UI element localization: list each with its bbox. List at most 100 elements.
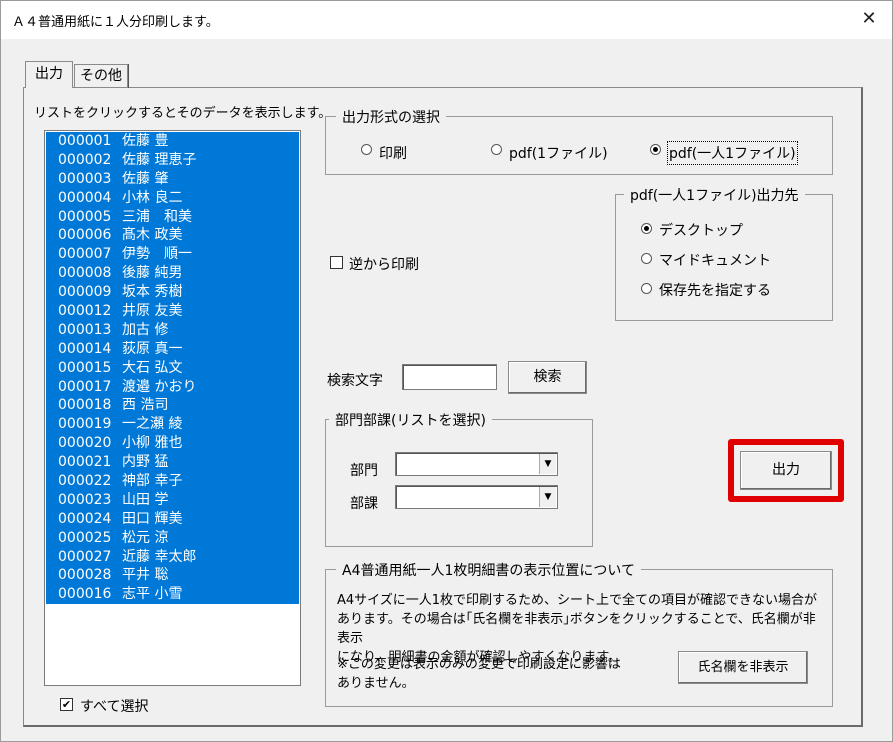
- list-item[interactable]: 000006 髙木 政美: [46, 226, 299, 246]
- employee-name: 坂本 秀樹: [122, 284, 183, 301]
- employee-code: 000004: [58, 189, 112, 206]
- hide-name-column-button[interactable]: 氏名欄を非表示: [678, 651, 808, 684]
- list-item[interactable]: 000017 渡邉 かおり: [46, 377, 299, 397]
- employee-name: 大石 弘文: [122, 359, 183, 376]
- info-legend: A4普通用紙一人1枚明細書の表示位置について: [336, 560, 641, 580]
- employee-listbox[interactable]: 000001 佐藤 豊 000002 佐藤 理恵子 000003 佐藤 肇 000004 小林…: [44, 130, 301, 686]
- employee-code: 000019: [58, 416, 112, 433]
- employee-name: 松元 涼: [122, 529, 169, 546]
- employee-name: 山田 学: [122, 491, 169, 508]
- list-item[interactable]: 000004 小林 良二: [46, 188, 299, 208]
- list-item[interactable]: 000022 神部 幸子: [46, 472, 299, 491]
- employee-name: 一之瀬 綾: [122, 416, 183, 433]
- employee-code: 000027: [58, 548, 112, 565]
- list-item[interactable]: 000021 内野 猛: [46, 453, 299, 473]
- info-line: あります。その場合は｢氏名欄を非表示｣ボタンをクリックすることで、氏名欄が非表示: [337, 612, 816, 646]
- chevron-down-icon[interactable]: ▼: [539, 454, 556, 474]
- list-item[interactable]: 000007 伊勢 順一: [46, 245, 299, 265]
- reverse-print-checkbox[interactable]: [330, 256, 343, 269]
- radio-pdf-per-person-label: pdf(一人1ファイル): [667, 141, 798, 165]
- list-item[interactable]: 000018 西 浩司: [46, 396, 299, 416]
- info-note: ※この変更は表示のみの変更で印刷設定に影響は ありません。: [337, 655, 667, 693]
- employee-code: 000018: [58, 397, 112, 414]
- tab-other[interactable]: その他: [74, 64, 128, 88]
- employee-code: 000007: [58, 246, 112, 263]
- employee-code: 000021: [58, 454, 112, 471]
- list-item[interactable]: 000012 井原 友美: [46, 302, 299, 321]
- section-combobox[interactable]: ▼: [395, 485, 558, 509]
- radio-my-documents-label: マイドキュメント: [659, 253, 771, 269]
- search-input[interactable]: [402, 364, 497, 390]
- list-item[interactable]: 000001 佐藤 豊: [46, 132, 299, 151]
- list-item[interactable]: 000005 三浦 和美: [46, 207, 299, 227]
- employee-name: 近藤 幸太郎: [122, 548, 197, 565]
- list-caption: リストをクリックするとそのデータを表示します。: [34, 106, 332, 121]
- radio-pdf-per-person[interactable]: [650, 144, 661, 155]
- radio-print[interactable]: [361, 144, 372, 155]
- info-note-line: ※この変更は表示のみの変更で印刷設定に影響は: [337, 657, 621, 672]
- select-all-checkbox[interactable]: ✔: [60, 698, 73, 711]
- section-label: 部課: [350, 496, 378, 512]
- title-bar: Ａ４普通用紙に１人分印刷します。 ✕: [1, 1, 892, 39]
- window-title: Ａ４普通用紙に１人分印刷します。: [12, 15, 219, 30]
- employee-code: 000024: [58, 510, 112, 527]
- employee-code: 000015: [58, 359, 112, 376]
- employee-name: 小柳 雅也: [122, 435, 183, 452]
- employee-code: 000003: [58, 170, 112, 187]
- employee-name: 後藤 純男: [122, 265, 183, 282]
- radio-my-documents[interactable]: [641, 253, 652, 264]
- list-item[interactable]: 000015 大石 弘文: [46, 358, 299, 378]
- employee-code: 000025: [58, 529, 112, 546]
- output-button[interactable]: 出力: [740, 451, 832, 490]
- info-line: A4サイズに一人1枚で印刷するため、シート上で全ての項目が確認できない場合が: [337, 593, 818, 608]
- employee-code: 000002: [58, 151, 112, 168]
- employee-name: 三浦 和美: [122, 208, 192, 225]
- list-item[interactable]: 000024 田口 輝美: [46, 509, 299, 529]
- employee-name: 佐藤 肇: [122, 170, 169, 187]
- employee-code: 000001: [58, 133, 112, 149]
- list-item[interactable]: 000009 坂本 秀樹: [46, 283, 299, 303]
- employee-code: 000020: [58, 435, 112, 452]
- list-item[interactable]: 000028 平井 聡: [46, 566, 299, 586]
- list-item[interactable]: 000025 松元 涼: [46, 528, 299, 548]
- employee-code: 000013: [58, 321, 112, 338]
- output-format-legend: 出力形式の選択: [336, 107, 446, 127]
- list-item[interactable]: 000023 山田 学: [46, 490, 299, 510]
- dept-label: 部門: [350, 463, 378, 479]
- radio-print-label: 印刷: [379, 146, 407, 162]
- list-item[interactable]: 000016 志平 小雪: [46, 585, 299, 605]
- close-icon[interactable]: ✕: [854, 5, 884, 33]
- list-item[interactable]: 000003 佐藤 肇: [46, 169, 299, 189]
- radio-pdf-single[interactable]: [491, 144, 502, 155]
- employee-code: 000016: [58, 586, 112, 603]
- employee-name: 神部 幸子: [122, 473, 183, 490]
- radio-desktop-label: デスクトップ: [659, 223, 743, 239]
- tab-output[interactable]: 出力: [25, 61, 73, 88]
- employee-name: 伊勢 順一: [122, 246, 192, 263]
- info-note-line: ありません。: [337, 676, 415, 691]
- list-item[interactable]: 000020 小柳 雅也: [46, 434, 299, 454]
- employee-code: 000012: [58, 303, 112, 320]
- list-item[interactable]: 000008 後藤 純男: [46, 264, 299, 284]
- radio-custom-folder-label: 保存先を指定する: [659, 283, 771, 299]
- department-group: 部門部課(リストを選択): [325, 410, 593, 547]
- dept-combobox[interactable]: ▼: [395, 452, 558, 476]
- list-items: 000001 佐藤 豊 000002 佐藤 理恵子 000003 佐藤 肇 000004 小林…: [46, 132, 299, 605]
- radio-desktop[interactable]: [641, 223, 652, 234]
- employee-name: 平井 聡: [122, 567, 169, 584]
- check-mark-icon: ✔: [61, 698, 72, 711]
- list-item[interactable]: 000014 荻原 真一: [46, 339, 299, 359]
- employee-code: 000023: [58, 491, 112, 508]
- radio-custom-folder[interactable]: [641, 283, 652, 294]
- employee-name: 髙木 政美: [122, 227, 183, 244]
- employee-name: 荻原 真一: [122, 340, 183, 357]
- search-button[interactable]: 検索: [508, 361, 587, 394]
- employee-name: 加古 修: [122, 321, 169, 338]
- list-item[interactable]: 000002 佐藤 理恵子: [46, 150, 299, 170]
- chevron-down-icon[interactable]: ▼: [539, 487, 556, 507]
- search-label: 検索文字: [327, 373, 383, 389]
- list-item[interactable]: 000013 加古 修: [46, 320, 299, 340]
- employee-code: 000009: [58, 284, 112, 301]
- list-item[interactable]: 000027 近藤 幸太郎: [46, 547, 299, 567]
- list-item[interactable]: 000019 一之瀬 綾: [46, 415, 299, 435]
